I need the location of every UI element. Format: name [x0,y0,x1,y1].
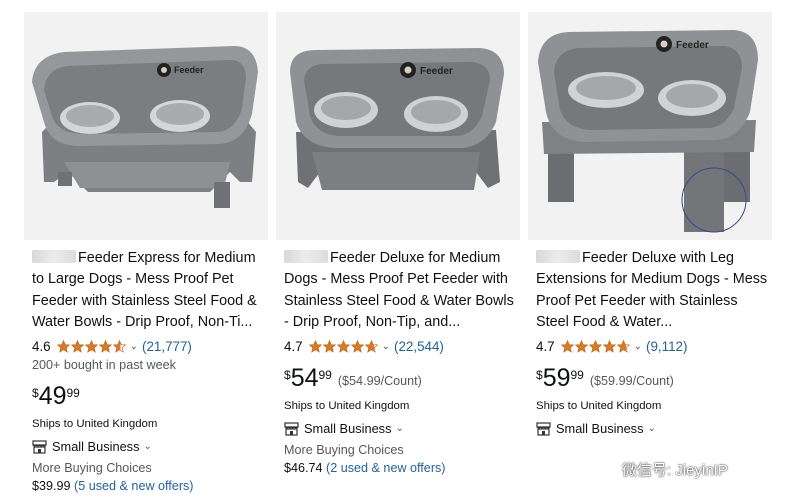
price[interactable]: $ 54 99 ($54.99/Count) [284,365,422,391]
redacted-brand [32,250,76,263]
store-icon [284,421,299,436]
watermark-text: 微信号: JieyinIP [622,461,728,479]
product-image[interactable]: Feeder [528,12,772,240]
offers-row[interactable]: $39.99 (5 used & new offers) [32,479,194,493]
unit-price: ($59.99/Count) [589,374,674,388]
feeder-illustration [538,30,758,233]
price[interactable]: $ 49 99 [32,383,80,409]
product-card[interactable]: Feeder Feeder Deluxe with Leg Extensions… [528,0,774,503]
product-image[interactable]: Feeder [24,12,268,240]
review-count-link[interactable]: (22,544) [394,339,444,354]
product-card[interactable]: Feeder Feeder Deluxe for Medium Dogs - M… [276,0,522,503]
store-icon [536,421,551,436]
rating-row[interactable]: 4.7 ⌄ (22,544) [284,339,444,354]
chevron-down-icon[interactable]: ⌄ [382,341,390,352]
watermark: 微信号: JieyinIP [592,455,787,483]
redacted-brand [536,250,580,263]
review-count-link[interactable]: (9,112) [646,339,687,354]
shipping-info: Ships to United Kingdom [536,400,662,412]
more-buying-choices: More Buying Choices [32,461,152,475]
chevron-down-icon[interactable]: ⌄ [130,341,138,352]
rating-value: 4.7 [536,339,555,354]
rating-value: 4.7 [284,339,303,354]
star-rating-icon[interactable] [308,340,379,353]
small-business-badge[interactable]: Small Business ⌄ [536,421,656,436]
feeder-illustration [32,46,258,208]
rating-row[interactable]: 4.6 ⌄ (21,777) [32,339,192,354]
brand-logo-text: Feeder [420,66,453,77]
brand-logo-text: Feeder [676,40,709,51]
star-rating-icon[interactable] [56,340,127,353]
offer-price: $39.99 [32,479,71,493]
chevron-down-icon[interactable]: ⌄ [647,423,655,434]
rating-value: 4.6 [32,339,51,354]
shipping-info: Ships to United Kingdom [284,400,410,412]
bought-recently: 200+ bought in past week [32,358,176,372]
more-buying-choices: More Buying Choices [284,443,404,457]
rating-row[interactable]: 4.7 ⌄ (9,112) [536,339,687,354]
star-rating-icon[interactable] [560,340,631,353]
offers-row[interactable]: $46.74 (2 used & new offers) [284,461,446,475]
brand-logo-text: Feeder [174,65,204,75]
product-card[interactable]: Feeder Feeder Express for Medium to Larg… [24,0,270,503]
chevron-down-icon[interactable]: ⌄ [634,341,642,352]
product-title[interactable]: Feeder Deluxe with Leg Extensions for Me… [536,248,768,334]
store-icon [32,439,47,454]
review-count-link[interactable]: (21,777) [142,339,192,354]
offer-price: $46.74 [284,461,323,475]
small-business-badge[interactable]: Small Business ⌄ [32,439,152,454]
shipping-info: Ships to United Kingdom [32,418,158,430]
offers-link[interactable]: (2 used & new offers) [326,461,445,475]
product-image[interactable]: Feeder [276,12,520,240]
price[interactable]: $ 59 99 ($59.99/Count) [536,365,674,391]
redacted-brand [284,250,328,263]
wechat-icon [592,459,616,478]
chevron-down-icon[interactable]: ⌄ [143,441,151,452]
offers-link[interactable]: (5 used & new offers) [74,479,193,493]
unit-price: ($54.99/Count) [337,374,422,388]
product-title[interactable]: Feeder Deluxe for Medium Dogs - Mess Pro… [284,248,516,334]
feeder-illustration [290,48,504,190]
chevron-down-icon[interactable]: ⌄ [395,423,403,434]
small-business-badge[interactable]: Small Business ⌄ [284,421,404,436]
product-title[interactable]: Feeder Express for Medium to Large Dogs … [32,248,264,334]
